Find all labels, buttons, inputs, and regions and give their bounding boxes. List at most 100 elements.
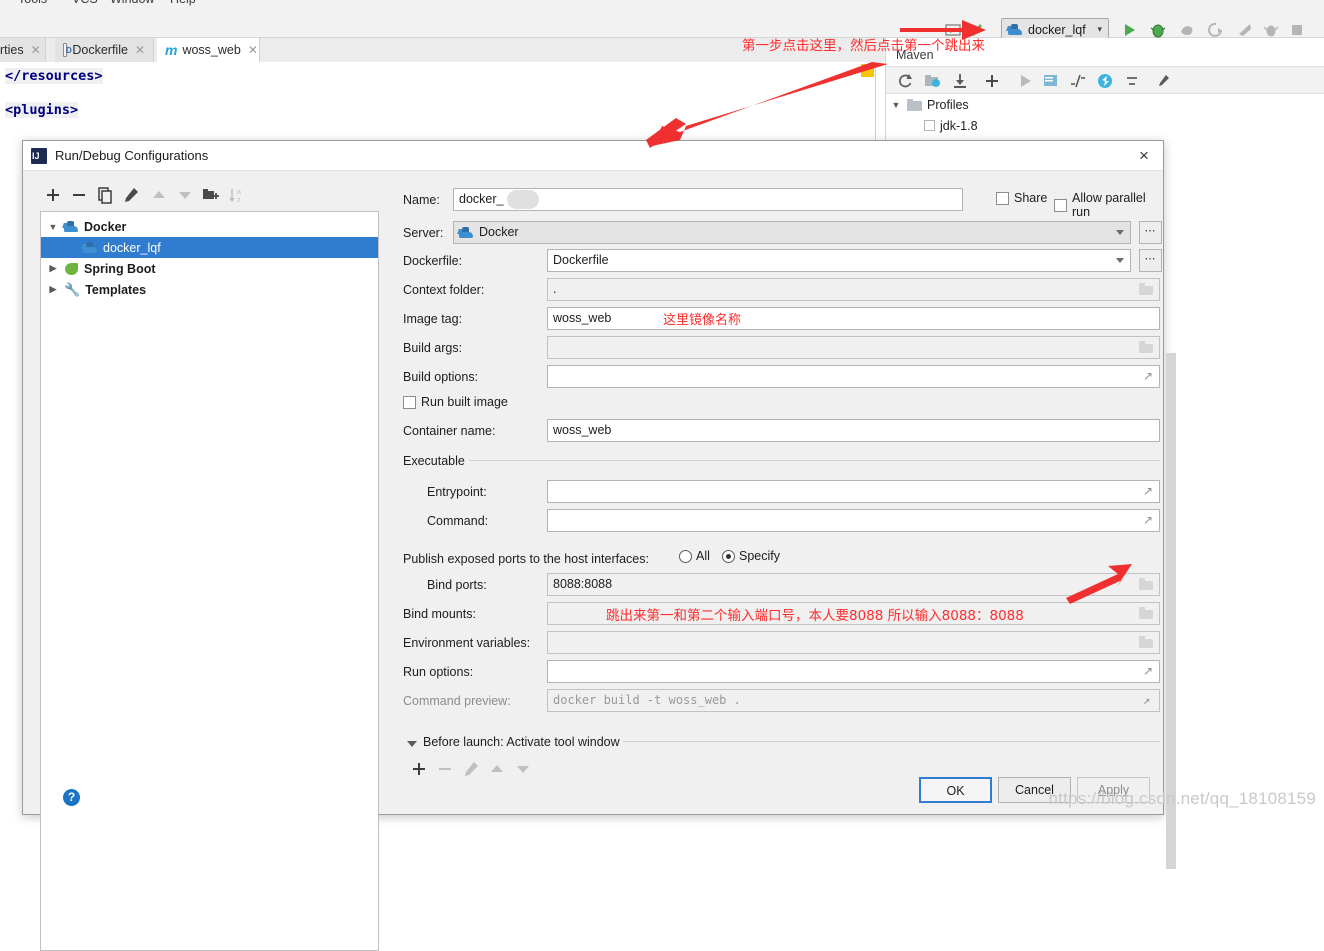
run-icon[interactable] [1120,21,1138,39]
run-configuration-label: docker_lqf [1028,22,1086,37]
execute-goal-icon[interactable] [1042,72,1060,90]
command-label: Command: [427,514,489,528]
annotation-bind-ports: 跳出来第一和第二个输入端口号，本人要8088 所以输入8088：8088 [606,608,1024,624]
share-checkbox[interactable]: Share [996,191,1047,205]
maven-tree-label: jdk-1.8 [940,118,978,133]
radio-circle [679,549,692,563]
move-into-folder-icon[interactable] [201,185,221,205]
build-args-label: Build args: [403,341,463,355]
edit-templates-icon[interactable] [121,185,141,205]
server-value: Docker [479,225,519,239]
remove-icon[interactable] [69,185,89,205]
toggle-offline-icon[interactable] [1069,72,1087,90]
run-options-input[interactable]: ↗ [547,660,1160,683]
publish-all-radio[interactable]: All [679,549,710,563]
context-folder-label: Context folder: [403,283,485,297]
debug-icon[interactable] [1149,21,1167,39]
tree-item-docker-lqf[interactable]: docker_lqf [41,237,378,258]
add-icon[interactable] [983,72,1001,90]
container-name-input[interactable]: woss_web [547,419,1160,442]
download-sources-icon[interactable] [951,72,969,90]
add-icon[interactable] [43,185,63,205]
dockerfile-browse-button[interactable]: ⋯ [1139,249,1162,272]
command-input[interactable]: ↗ [547,509,1160,532]
chevron-right-icon[interactable]: ▶ [47,263,59,274]
menu-item-tools[interactable]: Tools [18,0,47,6]
section-divider [469,460,1160,461]
expand-icon[interactable]: ↗ [1143,694,1156,707]
tree-item-spring-boot[interactable]: ▶ Spring Boot [41,258,378,279]
maven-project-tree[interactable]: ▼ Profiles jdk-1.8 [886,94,1324,136]
expand-icon[interactable]: ↗ [1143,485,1156,498]
bind-mounts-label: Bind mounts: [403,607,476,621]
build-options-input[interactable]: ↗ [547,365,1160,388]
close-icon[interactable]: × [1135,147,1153,165]
chevron-down-icon[interactable]: ▼ [47,222,59,232]
menu-item-help[interactable]: Help [170,0,196,6]
chevron-right-icon[interactable]: ▶ [47,284,59,295]
tree-item-docker[interactable]: ▼ Docker [41,216,378,237]
context-folder-input[interactable]: . [547,278,1160,301]
expand-icon[interactable]: ↗ [1143,514,1156,527]
editor-tab-dockerfile[interactable]: Dockerfile ✕ [55,38,154,62]
run-built-image-label: Run built image [421,395,508,409]
run-debug-configurations-dialog: Run/Debug Configurations × [22,140,1176,951]
entrypoint-input[interactable]: ↗ [547,480,1160,503]
publish-specify-label: Specify [739,549,780,563]
dockerfile-select[interactable]: Dockerfile [547,249,1131,272]
tree-item-label: Docker [84,219,127,234]
move-down-icon [175,185,195,205]
image-tag-input[interactable]: woss_web [547,307,1160,330]
server-label: Server: [403,226,444,240]
publish-specify-radio[interactable]: Specify [722,549,780,563]
server-select[interactable]: Docker [453,221,1131,244]
maven-tree-row-profiles[interactable]: ▼ Profiles [886,94,1324,115]
environment-variables-input[interactable] [547,631,1160,654]
profile-checkbox[interactable] [924,120,935,131]
collapse-icon[interactable] [1123,72,1141,90]
code-line: </resources> [5,68,103,84]
expand-icon[interactable]: ↗ [1143,370,1156,383]
command-preview-label: Command preview: [403,694,511,708]
generate-sources-icon[interactable] [924,72,942,90]
skip-tests-icon[interactable] [1096,72,1114,90]
copy-icon[interactable] [95,185,115,205]
checkbox-box [403,395,416,409]
folder-icon [907,98,922,111]
settings-icon[interactable] [1154,72,1172,90]
checkbox-box [1054,198,1067,212]
folder-icon[interactable] [1138,340,1156,357]
close-icon[interactable]: ✕ [135,43,145,57]
docker-file-icon [63,43,73,57]
ok-button[interactable]: OK [919,777,992,803]
run-options-label: Run options: [403,665,474,679]
run-icon [1016,72,1034,90]
editor-tab-woss-web[interactable]: m woss_web ✕ [157,38,260,62]
tree-item-templates[interactable]: ▶ 🔧 Templates [41,279,378,300]
menu-item-window[interactable]: Window [110,0,154,6]
configurations-toolbar: az [39,183,379,209]
close-icon[interactable]: ✕ [248,43,258,57]
menu-item-vcs[interactable]: VCS [72,0,98,6]
folder-icon[interactable] [1138,577,1156,594]
folder-icon[interactable] [1138,635,1156,652]
help-button[interactable]: ? [63,789,80,806]
configurations-tree[interactable]: ▼ Docker docker_lqf ▶ Spring Boot ▶ 🔧 Te… [40,211,379,951]
tree-item-label: Spring Boot [84,261,156,276]
editor-tab-label: woss_web [182,43,241,57]
run-built-image-checkbox[interactable]: Run built image [403,395,508,409]
annotation-arrow-top [900,20,986,40]
tree-item-label: Templates [85,282,147,297]
close-icon[interactable]: ✕ [31,43,41,57]
expand-icon[interactable]: ↗ [1143,665,1156,678]
bind-ports-label: Bind ports: [427,578,487,592]
folder-icon[interactable] [1138,282,1156,299]
server-browse-button[interactable]: ⋯ [1139,221,1162,244]
folder-icon[interactable] [1138,606,1156,623]
build-args-input[interactable] [547,336,1160,359]
maven-tree-row-jdk[interactable]: jdk-1.8 [886,115,1324,136]
editor-tab-properties[interactable]: erties ✕ [0,38,46,62]
chevron-down-icon[interactable] [407,741,417,747]
allow-parallel-run-checkbox[interactable]: Allow parallel run [1054,191,1155,219]
section-divider [623,741,1160,742]
